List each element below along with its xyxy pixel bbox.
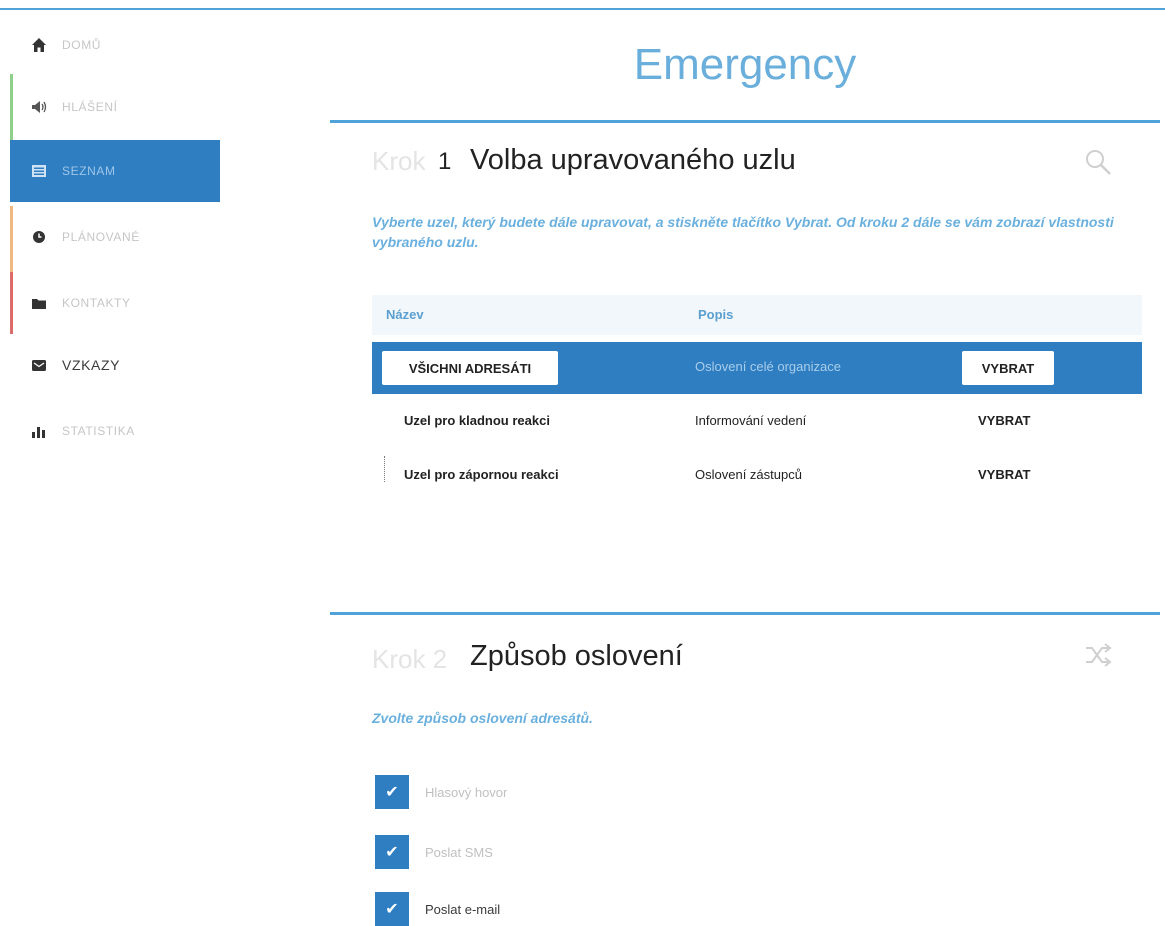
sidebar-item-seznam[interactable]: SEZNAM (10, 140, 220, 202)
node-name-badge[interactable]: VŠICHNI ADRESÁTI (382, 351, 558, 385)
sidebar: DOMŮ HLÁŠENÍ SEZNAM PLÁNOVANÉ KONTAKTY V… (0, 12, 222, 925)
step-prefix: Krok (372, 146, 426, 176)
checkbox-checked[interactable]: ✔ (375, 775, 409, 809)
table-row[interactable]: VŠICHNI ADRESÁTI Oslovení celé organizac… (372, 342, 1142, 394)
column-header-desc: Popis (698, 307, 734, 322)
select-button[interactable]: VYBRAT (978, 413, 1030, 428)
checkbox-checked[interactable]: ✔ (375, 892, 409, 926)
option-label: Poslat e-mail (425, 901, 501, 917)
option-row[interactable]: ✔ Poslat SMS (375, 835, 1115, 869)
sidebar-item-statistika[interactable]: STATISTIKA (10, 400, 220, 462)
megaphone-icon (30, 98, 48, 116)
option-label: Hlasový hovor (425, 784, 508, 800)
node-description: Oslovení celé organizace (695, 359, 841, 374)
message-icon (30, 356, 48, 374)
section-title: Způsob oslovení (470, 640, 683, 672)
section-separator (330, 120, 1160, 123)
node-name: Uzel pro kladnou reakci (404, 413, 550, 428)
column-header-name: Název (386, 307, 424, 322)
node-name: VŠICHNI ADRESÁTI (408, 360, 532, 376)
sidebar-item-label: VZKAZY (62, 357, 121, 373)
clock-icon (30, 228, 48, 246)
option-label: Poslat SMS (425, 844, 493, 860)
check-icon: ✔ (385, 784, 399, 801)
table-row[interactable]: Uzel pro kladnou reakci Informování vede… (372, 396, 1142, 448)
section-description: Zvolte způsob oslovení adresátů. (372, 710, 593, 726)
shuffle-icon[interactable] (1084, 642, 1112, 673)
check-icon: ✔ (385, 844, 399, 861)
check-icon: ✔ (385, 901, 399, 918)
node-description: Oslovení zástupců (695, 467, 802, 482)
checkbox-checked[interactable]: ✔ (375, 835, 409, 869)
top-border (0, 8, 1165, 10)
search-icon[interactable] (1084, 148, 1112, 181)
table-row[interactable]: Uzel pro zápornou reakci Oslovení zástup… (372, 450, 1142, 502)
bar-chart-icon (30, 422, 48, 440)
tree-connector (384, 456, 386, 482)
page-title: Emergency (633, 40, 857, 89)
sidebar-item-label: SEZNAM (62, 164, 116, 178)
sidebar-item-label: DOMŮ (62, 38, 102, 52)
section-description: Vyberte uzel, který budete dále upravova… (372, 214, 1114, 250)
option-row[interactable]: ✔ Hlasový hovor (375, 775, 1115, 809)
home-icon (30, 36, 48, 54)
sidebar-item-planovane[interactable]: PLÁNOVANÉ (10, 206, 220, 268)
step-number: 1 (438, 148, 452, 175)
section-title: Volba upravovaného uzlu (470, 144, 796, 176)
list-icon (30, 162, 48, 180)
select-button[interactable]: VYBRAT (978, 467, 1030, 482)
folder-icon (30, 294, 48, 312)
option-row[interactable]: ✔ Poslat e-mail (375, 892, 1115, 926)
section-separator (330, 612, 1160, 615)
step-prefix: Krok 2 (372, 644, 448, 674)
sidebar-item-label: HLÁŠENÍ (62, 100, 118, 114)
sidebar-item-kontakty[interactable]: KONTAKTY (10, 272, 220, 334)
sidebar-item-label: PLÁNOVANÉ (62, 230, 140, 244)
sidebar-item-label: KONTAKTY (62, 296, 131, 310)
sidebar-item-label: STATISTIKA (62, 424, 135, 438)
sidebar-item-home[interactable]: DOMŮ (10, 14, 220, 76)
node-name: Uzel pro zápornou reakci (404, 467, 559, 482)
select-button[interactable]: VYBRAT (962, 351, 1054, 385)
table-header: Název Popis (372, 295, 1142, 335)
sidebar-item-hlaseni[interactable]: HLÁŠENÍ (10, 76, 220, 138)
select-button-label: VYBRAT (981, 360, 1035, 376)
node-description: Informování vedení (695, 413, 807, 428)
sidebar-item-vzkazy[interactable]: VZKAZY (10, 334, 220, 396)
